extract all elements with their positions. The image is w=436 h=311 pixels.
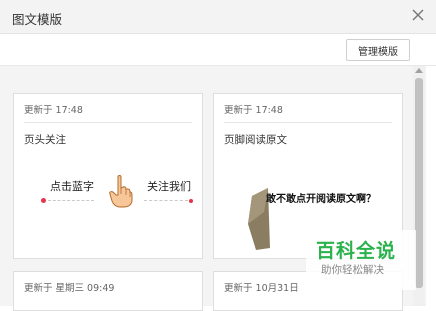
pointing-hand-icon <box>109 175 133 208</box>
template-card[interactable]: 更新于 星期三 09:49 <box>13 271 203 311</box>
watermark-main-text: 百科全说 <box>316 240 397 262</box>
preview-read-text: 敢不敢点开阅读原文啊？ <box>266 194 376 205</box>
watermark-logo: 百科全说 助你轻松解决 <box>306 230 416 290</box>
card-divider <box>224 122 392 123</box>
watermark-sub-text: 助你轻松解决 <box>321 264 384 276</box>
card-updated-time: 更新于 星期三 09:49 <box>24 283 115 294</box>
template-card-header-follow[interactable]: 更新于 17:48 页头关注 点击蓝字 关注我们 <box>13 93 203 259</box>
red-dot-left <box>41 198 46 203</box>
scroll-up-arrow-icon[interactable] <box>415 68 423 73</box>
dialog-titlebar: 图文模版 <box>0 0 436 34</box>
preview-right-text: 关注我们 <box>147 180 191 193</box>
card-updated-time: 更新于 17:48 <box>24 105 83 116</box>
dialog-title: 图文模版 <box>12 12 63 27</box>
card-divider <box>24 122 192 123</box>
red-dot-right <box>189 199 193 203</box>
card-title: 页头关注 <box>24 134 66 146</box>
manage-templates-button[interactable]: 管理模版 <box>346 39 410 61</box>
card-updated-time: 更新于 17:48 <box>224 105 283 116</box>
toolbar: 管理模版 <box>0 34 436 66</box>
dashed-line-left <box>48 200 94 201</box>
scrollbar-thumb[interactable] <box>415 78 423 288</box>
card-title: 页脚阅读原文 <box>224 134 287 146</box>
dashed-line-right <box>144 200 188 201</box>
close-icon[interactable] <box>410 7 426 23</box>
card-updated-time: 更新于 10月31日 <box>224 283 299 294</box>
preview-left-text: 点击蓝字 <box>50 180 94 193</box>
